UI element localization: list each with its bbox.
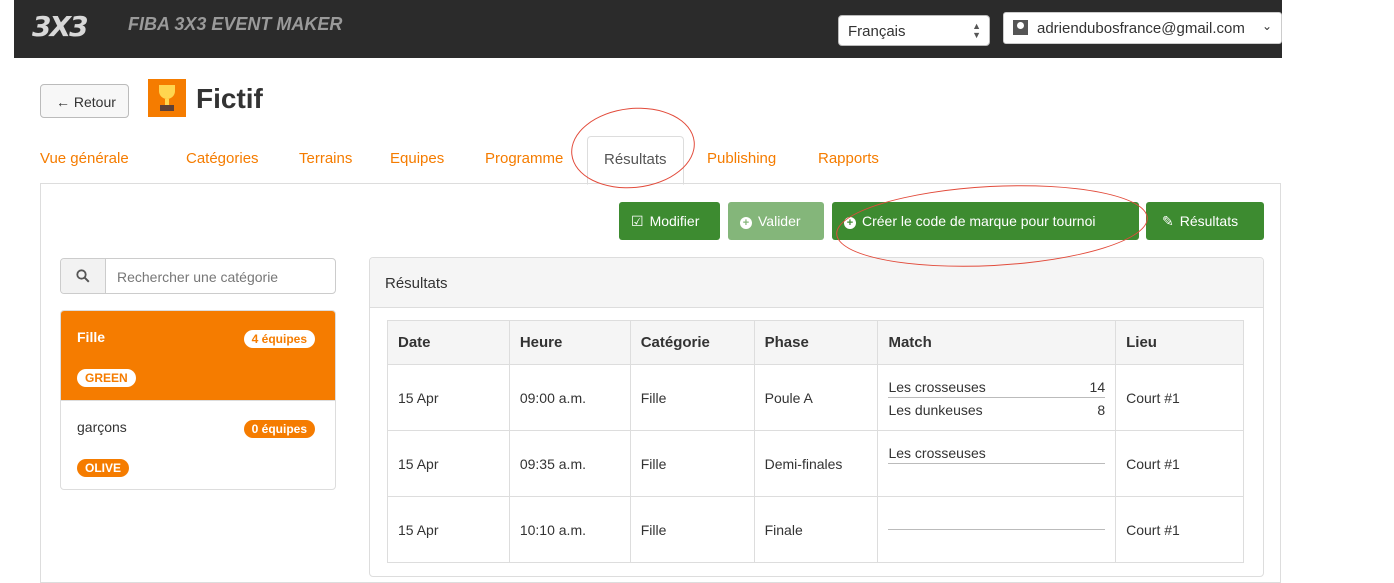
user-menu[interactable]: adriendubosfrance@gmail.com ⌄ bbox=[1003, 12, 1282, 44]
modifier-button[interactable]: ☑ Modifier bbox=[619, 202, 720, 240]
tab-terrains[interactable]: Terrains bbox=[299, 150, 352, 167]
venue-cell: Court #1 bbox=[1115, 430, 1244, 497]
team-score: 8 bbox=[1097, 402, 1106, 418]
tab-rapports[interactable]: Rapports bbox=[818, 150, 879, 167]
divider bbox=[888, 529, 1106, 530]
phase-cell: Demi-finales bbox=[753, 430, 879, 497]
category-name: garçons bbox=[77, 419, 127, 435]
tab-publishing[interactable]: Publishing bbox=[707, 150, 776, 167]
edit-icon: ☑ bbox=[631, 213, 644, 229]
team-score: 14 bbox=[1089, 379, 1106, 395]
phase-cell: Finale bbox=[753, 496, 879, 563]
color-tag: OLIVE bbox=[77, 459, 130, 477]
plus-circle-icon: + bbox=[844, 217, 856, 229]
user-email: adriendubosfrance@gmail.com bbox=[1037, 20, 1245, 37]
column-header: Catégorie bbox=[629, 320, 755, 365]
list-item[interactable]: garçons 0 équipes OLIVE bbox=[61, 400, 335, 489]
team-name: Les crosseuses bbox=[888, 379, 986, 395]
match-cell bbox=[877, 496, 1117, 563]
table-header-row: Date Heure Catégorie Phase Match Lieu bbox=[387, 320, 1244, 365]
divider bbox=[888, 463, 1106, 464]
column-header: Date bbox=[387, 320, 510, 365]
date-cell: 15 Apr bbox=[387, 364, 510, 431]
column-header: Phase bbox=[753, 320, 879, 365]
table-row[interactable]: 15 Apr 10:10 a.m. Fille Finale Court #1 bbox=[387, 496, 1244, 563]
category-name: Fille bbox=[77, 329, 106, 345]
valider-button[interactable]: + Valider bbox=[728, 202, 824, 240]
top-navbar: 3X3 FIBA 3X3 EVENT MAKER Français ▲ ▼ adr… bbox=[0, 0, 1394, 58]
results-table: Date Heure Catégorie Phase Match Lieu 15… bbox=[387, 320, 1244, 563]
create-scorecode-button[interactable]: + Créer le code de marque pour tournoi bbox=[832, 202, 1139, 240]
column-header: Heure bbox=[508, 320, 631, 365]
column-header: Match bbox=[877, 320, 1117, 365]
tab-programme[interactable]: Programme bbox=[485, 150, 563, 167]
table-row[interactable]: 15 Apr 09:35 a.m. Fille Demi-finales Les… bbox=[387, 430, 1244, 497]
team-name: Les dunkeuses bbox=[888, 402, 983, 418]
tab-equipes[interactable]: Equipes bbox=[390, 150, 444, 167]
category-cell: Fille bbox=[629, 364, 755, 431]
app-title: FIBA 3X3 EVENT MAKER bbox=[128, 14, 343, 34]
chevron-down-icon: ⌄ bbox=[1261, 19, 1272, 33]
search-input[interactable] bbox=[117, 267, 327, 287]
tab-categories[interactable]: Catégories bbox=[186, 150, 259, 167]
page-title: Fictif bbox=[196, 83, 263, 114]
team-count-badge: 0 équipes bbox=[243, 420, 315, 438]
category-search bbox=[60, 258, 336, 294]
table-row[interactable]: 15 Apr 09:00 a.m. Fille Poule A Les cros… bbox=[387, 364, 1244, 431]
category-cell: Fille bbox=[629, 430, 755, 497]
team-name: Les crosseuses bbox=[888, 445, 986, 461]
panel-heading: Résultats bbox=[370, 258, 1263, 308]
match-cell: Les crosseuses bbox=[877, 430, 1117, 497]
select-arrows-icon: ▲ ▼ bbox=[972, 21, 981, 40]
date-cell: 15 Apr bbox=[387, 430, 510, 497]
time-cell: 10:10 a.m. bbox=[508, 496, 631, 563]
user-icon bbox=[1013, 20, 1028, 35]
tab-bar: Vue générale Catégories Terrains Equipes… bbox=[40, 136, 1280, 185]
color-tag: GREEN bbox=[77, 369, 136, 387]
venue-cell: Court #1 bbox=[1115, 364, 1244, 431]
pencil-icon: ✎ bbox=[1162, 213, 1174, 229]
language-value: Français bbox=[848, 23, 906, 40]
date-cell: 15 Apr bbox=[387, 496, 510, 563]
team-count-badge: 4 équipes bbox=[243, 330, 315, 348]
time-cell: 09:00 a.m. bbox=[508, 364, 631, 431]
back-button[interactable]: ← Retour bbox=[40, 84, 129, 118]
tab-resultats[interactable]: Résultats bbox=[587, 136, 684, 185]
search-icon bbox=[76, 269, 90, 283]
list-item[interactable]: Fille 4 équipes GREEN bbox=[61, 311, 335, 400]
tab-vue-generale[interactable]: Vue générale bbox=[40, 150, 129, 167]
category-cell: Fille bbox=[629, 496, 755, 563]
column-header: Lieu bbox=[1115, 320, 1244, 365]
time-cell: 09:35 a.m. bbox=[508, 430, 631, 497]
fiba-3x3-logo[interactable]: 3X3 bbox=[32, 10, 89, 43]
resultats-button[interactable]: ✎ Résultats bbox=[1146, 202, 1264, 240]
match-cell: Les crosseuses 14 Les dunkeuses 8 bbox=[877, 364, 1117, 431]
plus-circle-icon: + bbox=[740, 217, 752, 229]
phase-cell: Poule A bbox=[753, 364, 879, 431]
category-list: Fille 4 équipes GREEN garçons 0 équipes … bbox=[60, 310, 336, 490]
venue-cell: Court #1 bbox=[1115, 496, 1244, 563]
search-addon bbox=[61, 259, 106, 293]
language-select[interactable]: Français ▲ ▼ bbox=[838, 15, 990, 46]
trophy-icon bbox=[148, 79, 186, 117]
divider bbox=[888, 397, 1106, 398]
